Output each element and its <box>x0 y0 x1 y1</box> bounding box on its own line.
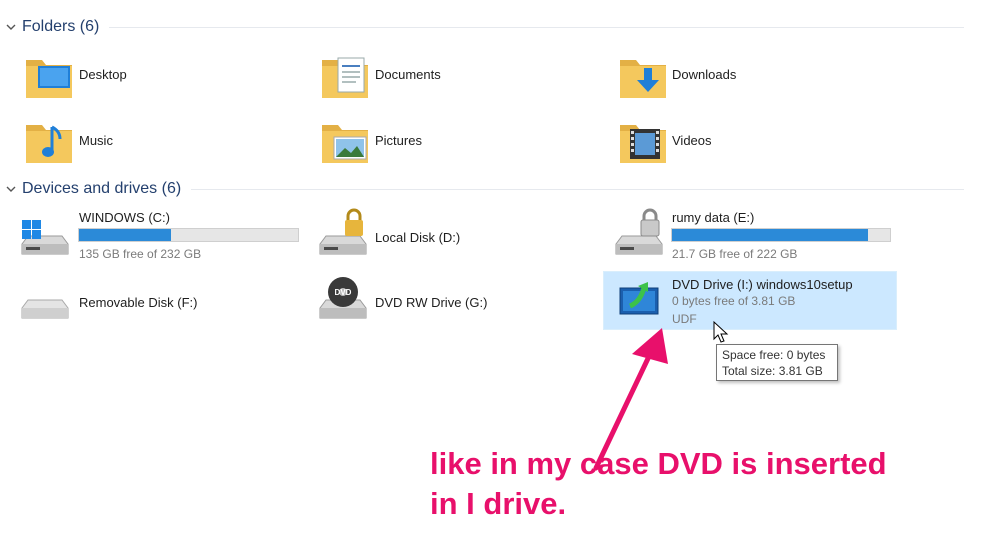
annotation-line-1: like in my case DVD is inserted <box>430 446 887 481</box>
chevron-down-icon <box>6 186 16 192</box>
music-folder-icon <box>26 125 72 163</box>
drive-usage-fill <box>672 229 869 241</box>
dvd-setup-icon <box>619 282 659 315</box>
drive-free-space: 135 GB free of 232 GB <box>79 247 202 261</box>
folder-label: Downloads <box>672 67 737 82</box>
downloads-folder-icon <box>620 60 666 98</box>
documents-folder-icon <box>322 57 368 98</box>
dvd-drive-icon: DVD <box>319 277 367 319</box>
removable-drive-icon <box>21 299 69 319</box>
folders-group-header[interactable]: Folders (6) <box>4 16 964 38</box>
tooltip-total-size: Total size: 3.81 GB <box>722 364 823 378</box>
drive-label: DVD RW Drive (G:) <box>375 295 488 310</box>
annotation-line-2: in I drive. <box>430 486 567 521</box>
folder-pictures[interactable]: Pictures <box>318 113 578 169</box>
drive-free-space: 21.7 GB free of 222 GB <box>672 247 798 261</box>
drive-label: WINDOWS (C:) <box>79 210 170 225</box>
group-divider <box>109 26 964 28</box>
drive-label: DVD Drive (I:) windows10setup <box>672 277 853 292</box>
drive-free-space: 0 bytes free of 3.81 GB <box>672 294 796 308</box>
folder-downloads[interactable]: Downloads <box>614 48 874 104</box>
folder-label: Desktop <box>79 67 127 82</box>
drive-f[interactable]: Removable Disk (F:) <box>16 270 306 330</box>
drive-d[interactable]: Local Disk (D:) <box>314 204 604 266</box>
drive-c[interactable]: WINDOWS (C:) 135 GB free of 232 GB <box>16 204 306 266</box>
drive-usage-fill <box>79 229 171 241</box>
drive-usage-bar <box>671 228 891 242</box>
tooltip-space-free: Space free: 0 bytes <box>722 348 826 362</box>
folder-label: Videos <box>672 133 712 148</box>
drive-tooltip: Space free: 0 bytes Total size: 3.81 GB <box>716 344 838 381</box>
devices-group-title: Devices and drives (6) <box>22 180 182 197</box>
drive-label: Local Disk (D:) <box>375 230 461 245</box>
drive-e[interactable]: rumy data (E:) 21.7 GB free of 222 GB <box>610 204 900 266</box>
folder-videos[interactable]: Videos <box>614 113 874 169</box>
drive-usage-bar <box>78 228 299 242</box>
svg-text:DVD: DVD <box>335 288 352 297</box>
videos-folder-icon <box>620 125 666 163</box>
windows-drive-icon <box>21 220 69 255</box>
folder-desktop[interactable]: Desktop <box>20 48 280 104</box>
group-divider <box>191 188 964 190</box>
drive-label: rumy data (E:) <box>672 210 755 225</box>
folder-label: Documents <box>375 67 441 82</box>
locked-drive-icon <box>615 208 663 255</box>
pictures-folder-icon <box>322 125 368 163</box>
devices-group-header[interactable]: Devices and drives (6) <box>4 178 964 200</box>
drive-label: Removable Disk (F:) <box>79 295 198 310</box>
annotation-text: like in my case DVD is inserted in I dri… <box>430 444 990 524</box>
folders-group-title: Folders (6) <box>22 18 100 35</box>
folder-label: Pictures <box>375 133 422 148</box>
chevron-down-icon <box>6 24 16 30</box>
folder-label: Music <box>79 133 113 148</box>
folder-music[interactable]: Music <box>20 113 280 169</box>
desktop-folder-icon <box>26 60 72 98</box>
folder-documents[interactable]: Documents <box>318 48 578 104</box>
locked-drive-icon <box>319 208 367 255</box>
mouse-cursor-icon <box>713 320 729 343</box>
